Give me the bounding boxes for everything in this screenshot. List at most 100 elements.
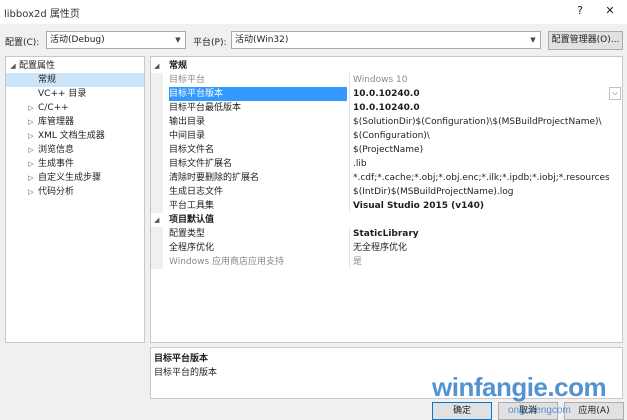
column-divider bbox=[349, 115, 350, 129]
property-name: 目标文件扩展名 bbox=[169, 159, 233, 169]
property-name: Windows 应用商店应用支持 bbox=[169, 257, 285, 267]
row-gutter bbox=[151, 199, 163, 213]
collapsed-icon[interactable]: ▷ bbox=[27, 129, 35, 143]
expanded-icon[interactable]: ◢ bbox=[154, 213, 159, 227]
collapsed-icon[interactable]: ▷ bbox=[27, 115, 35, 129]
tree-item-label: XML 文档生成器 bbox=[38, 131, 105, 141]
property-value: $(SolutionDir)$(Configuration)\$(MSBuild… bbox=[353, 117, 602, 127]
category-project-defaults[interactable]: ◢ 项目默认值 bbox=[151, 213, 622, 227]
property-name: 平台工具集 bbox=[169, 201, 215, 211]
property-name: 清除时要删除的扩展名 bbox=[169, 173, 260, 183]
config-select[interactable]: 活动(Debug) ▼ bbox=[46, 31, 186, 49]
category-label: 项目默认值 bbox=[169, 215, 215, 225]
row-gutter bbox=[151, 171, 163, 185]
property-name: 生成日志文件 bbox=[169, 187, 224, 197]
column-divider bbox=[349, 171, 350, 185]
column-divider bbox=[349, 199, 350, 213]
close-button[interactable]: ✕ bbox=[602, 3, 618, 19]
property-grid[interactable]: ◢ 常规 目标平台 Windows 10 目标平台版本 10.0.10240.0… bbox=[150, 56, 623, 343]
tree-item-xml-doc-generator[interactable]: ▷ XML 文档生成器 bbox=[6, 129, 144, 143]
description-text: 目标平台的版本 bbox=[154, 368, 218, 378]
column-divider bbox=[349, 241, 350, 255]
property-row[interactable]: 平台工具集 Visual Studio 2015 (v140) bbox=[151, 199, 622, 213]
row-gutter bbox=[151, 115, 163, 129]
collapsed-icon[interactable]: ▷ bbox=[27, 171, 35, 185]
property-row[interactable]: 输出目录 $(SolutionDir)$(Configuration)\$(MS… bbox=[151, 115, 622, 129]
title-bar: libbox2d 属性页 ? ✕ bbox=[0, 0, 627, 24]
tree-item-label: 配置属性 bbox=[19, 61, 56, 71]
ok-button[interactable]: 确定 bbox=[432, 402, 492, 420]
property-value: 无全程序优化 bbox=[353, 243, 408, 253]
config-label: 配置(C): bbox=[5, 38, 40, 48]
property-row[interactable]: Windows 应用商店应用支持 是 bbox=[151, 255, 622, 269]
property-name: 目标平台 bbox=[169, 75, 206, 85]
property-row[interactable]: 生成日志文件 $(IntDir)$(MSBuildProjectName).lo… bbox=[151, 185, 622, 199]
column-divider bbox=[349, 157, 350, 171]
column-divider bbox=[349, 185, 350, 199]
tree-item-label: 常规 bbox=[38, 75, 57, 85]
property-name: 目标平台版本 bbox=[169, 87, 347, 101]
property-tree[interactable]: ◢ 配置属性 常规 VC++ 目录 ▷ C/C++ ▷ 库管理器 ▷ XML 文… bbox=[5, 56, 145, 343]
property-value: $(ProjectName) bbox=[353, 145, 424, 155]
property-row[interactable]: 清除时要删除的扩展名 *.cdf;*.cache;*.obj;*.obj.enc… bbox=[151, 171, 622, 185]
property-value: .lib bbox=[353, 159, 367, 169]
column-divider bbox=[349, 73, 350, 87]
description-title: 目标平台版本 bbox=[154, 354, 209, 364]
row-gutter bbox=[151, 87, 163, 101]
property-value: $(Configuration)\ bbox=[353, 131, 430, 141]
tree-item-config-properties[interactable]: ◢ 配置属性 bbox=[6, 59, 144, 73]
tree-item-label: 浏览信息 bbox=[38, 145, 75, 155]
row-gutter bbox=[151, 129, 163, 143]
tree-item-vc-directories[interactable]: VC++ 目录 bbox=[6, 87, 144, 101]
expanded-icon[interactable]: ◢ bbox=[9, 59, 17, 73]
property-row[interactable]: 目标文件扩展名 .lib bbox=[151, 157, 622, 171]
property-value: *.cdf;*.cache;*.obj;*.obj.enc;*.ilk;*.ip… bbox=[353, 173, 609, 183]
platform-label: 平台(P): bbox=[193, 38, 227, 48]
property-row-selected[interactable]: 目标平台版本 10.0.10240.0 ⌵ bbox=[151, 87, 622, 101]
row-gutter bbox=[151, 101, 163, 115]
property-name: 目标文件名 bbox=[169, 145, 215, 155]
tree-item-label: C/C++ bbox=[38, 103, 69, 113]
tree-item-c-cpp[interactable]: ▷ C/C++ bbox=[6, 101, 144, 115]
column-divider bbox=[349, 129, 350, 143]
property-row[interactable]: 目标平台 Windows 10 bbox=[151, 73, 622, 87]
expanded-icon[interactable]: ◢ bbox=[154, 59, 159, 73]
chevron-down-icon: ▼ bbox=[175, 36, 181, 44]
column-divider bbox=[349, 143, 350, 157]
property-row[interactable]: 目标平台最低版本 10.0.10240.0 bbox=[151, 101, 622, 115]
property-row[interactable]: 中间目录 $(Configuration)\ bbox=[151, 129, 622, 143]
property-value[interactable]: 10.0.10240.0 bbox=[353, 87, 609, 101]
property-name: 目标平台最低版本 bbox=[169, 103, 242, 113]
dropdown-arrow-icon[interactable]: ⌵ bbox=[609, 87, 621, 100]
tree-item-general[interactable]: 常规 bbox=[6, 73, 144, 87]
collapsed-icon[interactable]: ▷ bbox=[27, 185, 35, 199]
config-select-value: 活动(Debug) bbox=[50, 35, 105, 45]
property-row[interactable]: 全程序优化 无全程序优化 bbox=[151, 241, 622, 255]
cancel-button[interactable]: 取消 bbox=[498, 402, 558, 420]
tree-item-build-events[interactable]: ▷ 生成事件 bbox=[6, 157, 144, 171]
configuration-manager-button[interactable]: 配置管理器(O)... bbox=[548, 31, 623, 50]
tree-item-code-analysis[interactable]: ▷ 代码分析 bbox=[6, 185, 144, 199]
collapsed-icon[interactable]: ▷ bbox=[27, 143, 35, 157]
row-gutter bbox=[151, 241, 163, 255]
tree-item-label: 自定义生成步骤 bbox=[38, 173, 102, 183]
tree-item-browse-info[interactable]: ▷ 浏览信息 bbox=[6, 143, 144, 157]
row-gutter bbox=[151, 157, 163, 171]
column-divider bbox=[349, 87, 350, 101]
collapsed-icon[interactable]: ▷ bbox=[27, 101, 35, 115]
property-name: 配置类型 bbox=[169, 229, 206, 239]
tree-item-librarian[interactable]: ▷ 库管理器 bbox=[6, 115, 144, 129]
tree-item-label: 库管理器 bbox=[38, 117, 75, 127]
property-name: 中间目录 bbox=[169, 131, 206, 141]
property-name: 全程序优化 bbox=[169, 243, 215, 253]
apply-button[interactable]: 应用(A) bbox=[564, 402, 624, 420]
property-value: StaticLibrary bbox=[353, 229, 419, 239]
platform-select[interactable]: 活动(Win32) ▼ bbox=[231, 31, 541, 49]
category-general[interactable]: ◢ 常规 bbox=[151, 59, 622, 73]
property-row[interactable]: 配置类型 StaticLibrary bbox=[151, 227, 622, 241]
tree-item-custom-build-step[interactable]: ▷ 自定义生成步骤 bbox=[6, 171, 144, 185]
collapsed-icon[interactable]: ▷ bbox=[27, 157, 35, 171]
help-button[interactable]: ? bbox=[573, 3, 587, 19]
property-row[interactable]: 目标文件名 $(ProjectName) bbox=[151, 143, 622, 157]
category-label: 常规 bbox=[169, 61, 188, 71]
